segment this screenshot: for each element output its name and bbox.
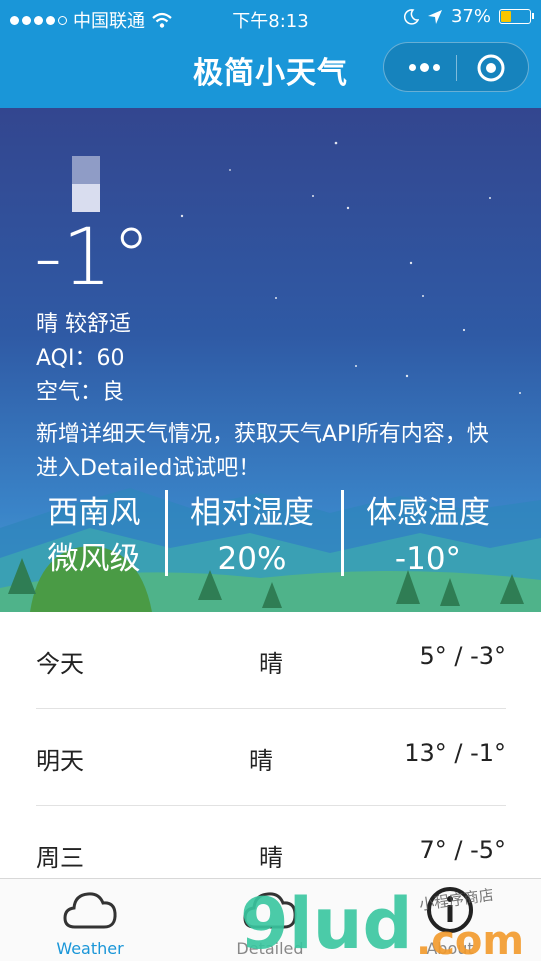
forecast-row: 周三 晴 7° / -5° <box>36 806 506 878</box>
close-program-button[interactable] <box>476 53 506 83</box>
more-options-button[interactable] <box>406 55 442 79</box>
tab-detailed[interactable]: Detailed <box>210 883 330 958</box>
wind-direction: 西南风 <box>47 495 141 531</box>
forecast-row: 明天 晴 13° / -1° <box>36 709 506 806</box>
humidity-label: 相对湿度 <box>190 495 314 531</box>
mini-program-capsule <box>383 42 529 92</box>
more-dot-icon <box>432 63 440 71</box>
capsule-divider <box>456 55 457 81</box>
stat-divider <box>341 490 344 576</box>
status-right: 37% <box>403 6 534 27</box>
status-bar: 中国联通 下午8:13 37% <box>0 0 541 36</box>
weather-description: 晴 较舒适 <box>36 312 131 337</box>
update-notice: 新增详细天气情况，获取天气API所有内容，快进入Detailed试试吧！ <box>36 422 489 481</box>
app-header: 中国联通 下午8:13 37% 极简小天气 <box>0 0 541 108</box>
air-quality: 空气：良 <box>36 380 125 405</box>
humidity-value: 20% <box>217 541 287 577</box>
forecast-temperature-range: 5° / -3° <box>419 642 506 670</box>
forecast-temperature-range: 13° / -1° <box>404 739 506 767</box>
feels-like-value: -10° <box>394 541 462 577</box>
feels-like-label: 体感温度 <box>366 495 490 531</box>
location-arrow-icon <box>427 9 442 24</box>
forecast-temperature-range: 7° / -5° <box>419 836 506 864</box>
current-weather-panel: -1° 晴 较舒适 AQI：60 空气：良 新增详细天气情况，获取天气API所有… <box>0 108 541 612</box>
forecast-row: 今天 晴 5° / -3° <box>36 612 506 709</box>
current-temperature: -1° <box>34 213 151 303</box>
battery-percent: 37% <box>450 6 491 27</box>
tab-label: Detailed <box>236 939 304 958</box>
tab-weather[interactable]: Weather <box>30 883 150 958</box>
humidity-stat: 相对湿度 20% <box>172 490 332 582</box>
cloud-icon <box>63 892 117 929</box>
stat-divider <box>165 490 168 576</box>
wind-stat: 西南风 微风级 <box>14 490 174 582</box>
battery-icon <box>499 9 534 24</box>
moon-icon <box>403 8 419 25</box>
aqi-value: AQI：60 <box>36 346 125 371</box>
cloud-detailed-icon <box>243 892 297 929</box>
tab-label: Weather <box>56 939 124 958</box>
feels-like-stat: 体感温度 -10° <box>348 490 508 582</box>
forecast-list[interactable]: 今天 晴 5° / -3° 明天 晴 13° / -1° 周三 晴 7° / -… <box>0 612 541 878</box>
battery-fill <box>501 11 511 22</box>
tab-label: About <box>426 939 474 958</box>
tab-about[interactable]: About <box>390 883 510 958</box>
more-dot-icon <box>408 63 416 71</box>
weather-condition-icon <box>72 156 100 212</box>
info-icon <box>427 887 473 933</box>
tab-bar: Weather Detailed About <box>0 878 541 961</box>
more-dot-icon <box>419 62 429 72</box>
weather-stats: 西南风 微风级 相对湿度 20% 体感温度 -10° <box>0 490 541 586</box>
wind-level: 微风级 <box>47 541 141 577</box>
